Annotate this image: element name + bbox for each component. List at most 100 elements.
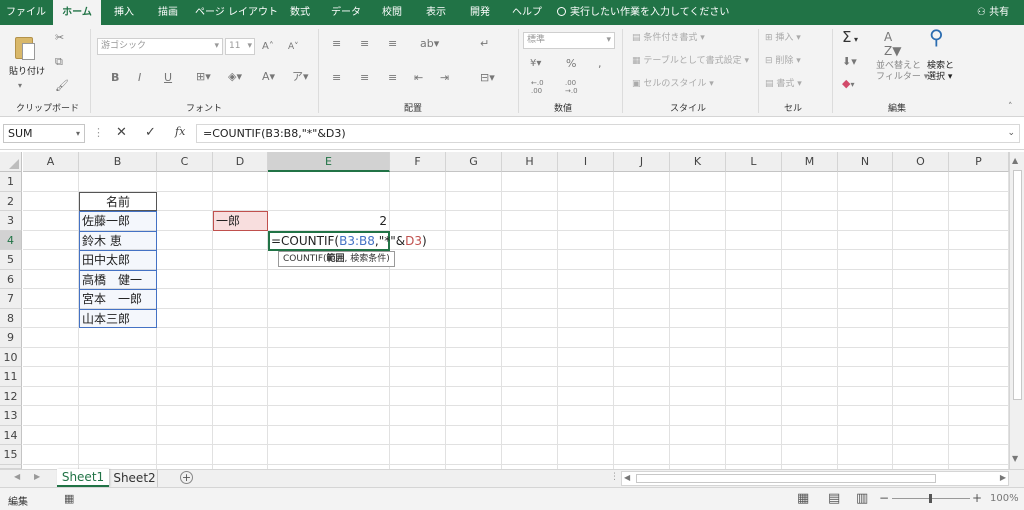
name-box[interactable]: SUM ▾ — [3, 124, 85, 143]
tell-me-search[interactable]: 実行したい作業を入力してください — [557, 0, 729, 25]
next-sheet-icon[interactable]: ▶ — [34, 472, 40, 481]
scroll-thumb[interactable] — [1013, 170, 1022, 400]
cell-B6[interactable]: 高橋 健一 — [82, 271, 154, 290]
cell-B8[interactable]: 山本三郎 — [82, 310, 154, 329]
page-break-view-icon[interactable]: ▥ — [856, 491, 868, 506]
split-handle-icon[interactable]: ⋮ — [610, 472, 619, 482]
normal-view-icon[interactable]: ▦ — [797, 491, 809, 506]
number-format-select[interactable]: 標準 ▾ — [523, 32, 615, 49]
autosum-icon[interactable]: Σ ▾ — [842, 30, 858, 47]
font-name-select[interactable]: 游ゴシック ▾ — [97, 38, 223, 55]
percent-icon[interactable]: % — [566, 57, 576, 71]
accessibility-icon[interactable]: ▦ — [64, 492, 74, 505]
column-header-f[interactable]: F — [390, 152, 446, 172]
tab-formulas[interactable]: 数式 — [280, 0, 320, 25]
scroll-thumb[interactable] — [636, 474, 936, 483]
increase-indent-icon[interactable]: ⇥ — [440, 71, 449, 85]
insert-function-button[interactable]: fx — [175, 125, 185, 139]
chevron-down-icon[interactable]: ▾ — [18, 79, 22, 93]
zoom-in-icon[interactable]: + — [972, 491, 982, 505]
column-header-i[interactable]: I — [558, 152, 614, 172]
cell-B5[interactable]: 田中太郎 — [82, 251, 154, 270]
delete-cells-button[interactable]: ⊟ 削除 ▾ — [765, 54, 801, 68]
row-header-5[interactable]: 5 — [0, 250, 22, 270]
font-size-select[interactable]: 11 ▾ — [225, 38, 255, 55]
cell-D3[interactable]: 一郎 — [216, 212, 265, 231]
paste-button[interactable]: 貼り付け — [9, 65, 45, 79]
sort-filter-button[interactable]: 並べ替えと フィルター ▾ — [876, 61, 928, 83]
wrap-text-icon[interactable]: ↵ — [480, 37, 489, 51]
comma-icon[interactable]: , — [598, 57, 602, 71]
decrease-decimal-icon[interactable]: .00 →.0 — [565, 79, 578, 95]
currency-icon[interactable]: ¥▾ — [530, 57, 541, 71]
insert-cells-button[interactable]: ⊞ 挿入 ▾ — [765, 31, 801, 45]
add-sheet-icon[interactable]: + — [180, 471, 193, 484]
search-icon[interactable]: ⚲ — [929, 27, 944, 47]
row-header-15[interactable]: 15 — [0, 445, 22, 465]
align-bottom-icon[interactable]: ≡ — [388, 37, 397, 51]
row-header-12[interactable]: 12 — [0, 386, 22, 406]
tab-help[interactable]: ヘルプ — [505, 0, 549, 25]
column-header-e[interactable]: E — [268, 152, 390, 172]
row-header-11[interactable]: 11 — [0, 367, 22, 387]
italic-icon[interactable]: I — [138, 71, 141, 85]
tab-insert[interactable]: 挿入 — [104, 0, 144, 25]
cancel-icon[interactable]: ✕ — [116, 126, 127, 140]
fill-color-icon[interactable]: ◈▾ — [228, 70, 242, 84]
bold-icon[interactable]: B — [111, 71, 119, 85]
sheet-tab-sheet1[interactable]: Sheet1 — [57, 469, 109, 487]
decrease-font-icon[interactable]: A˅ — [288, 40, 299, 54]
align-top-icon[interactable]: ≡ — [332, 37, 341, 51]
scroll-down-icon[interactable]: ▼ — [1012, 454, 1018, 463]
column-header-l[interactable]: L — [726, 152, 782, 172]
scroll-left-icon[interactable]: ◀ — [624, 473, 630, 482]
column-header-c[interactable]: C — [157, 152, 213, 172]
scroll-up-icon[interactable]: ▲ — [1012, 156, 1018, 165]
column-header-o[interactable]: O — [893, 152, 949, 172]
orientation-icon[interactable]: ab▾ — [420, 37, 439, 51]
cell-B4[interactable]: 鈴木 恵 — [82, 232, 154, 251]
share-button[interactable]: ⚇ 共有 — [968, 0, 1018, 25]
row-header-9[interactable]: 9 — [0, 328, 22, 348]
active-cell-E4-editor[interactable]: =COUNTIF(B3:B8,"*"&D3) — [268, 230, 427, 251]
increase-font-icon[interactable]: A˄ — [262, 40, 274, 54]
conditional-formatting-button[interactable]: ▤ 条件付き書式 ▾ — [632, 31, 705, 45]
sort-filter-icon[interactable]: A Z▼ — [884, 30, 901, 58]
zoom-level[interactable]: 100% — [990, 493, 1019, 504]
formula-input[interactable]: =COUNTIF(B3:B8,"*"&D3) ⌄ — [196, 124, 1020, 143]
cell-E3[interactable]: 2 — [271, 212, 387, 231]
fill-icon[interactable]: ⬇▾ — [842, 55, 857, 69]
align-middle-icon[interactable]: ≡ — [360, 37, 369, 51]
paste-icon[interactable] — [13, 33, 37, 61]
row-header-3[interactable]: 3 — [0, 211, 22, 231]
clear-icon[interactable]: ◆▾ — [842, 77, 854, 92]
tab-page-layout[interactable]: ページ レイアウト — [195, 0, 278, 25]
vertical-scrollbar[interactable]: ▲ ▼ — [1009, 152, 1024, 469]
row-header-1[interactable]: 1 — [0, 172, 22, 192]
column-header-n[interactable]: N — [838, 152, 893, 172]
row-header-4[interactable]: 4 — [0, 230, 22, 250]
select-all-corner[interactable] — [0, 152, 22, 172]
column-header-j[interactable]: J — [614, 152, 670, 172]
column-header-h[interactable]: H — [502, 152, 558, 172]
tab-home[interactable]: ホーム — [53, 0, 101, 25]
zoom-slider-thumb[interactable] — [929, 494, 932, 503]
align-center-icon[interactable]: ≡ — [360, 71, 369, 85]
tab-draw[interactable]: 描画 — [148, 0, 188, 25]
zoom-out-icon[interactable]: − — [879, 491, 889, 505]
row-header-14[interactable]: 14 — [0, 425, 22, 445]
format-cells-button[interactable]: ▤ 書式 ▾ — [765, 77, 802, 91]
row-header-6[interactable]: 6 — [0, 269, 22, 289]
zoom-slider[interactable] — [892, 494, 970, 503]
align-left-icon[interactable]: ≡ — [332, 71, 341, 85]
tab-data[interactable]: データ — [325, 0, 367, 25]
column-header-d[interactable]: D — [213, 152, 268, 172]
format-painter-icon[interactable]: 🖌 — [55, 79, 69, 93]
scroll-right-icon[interactable]: ▶ — [1000, 473, 1006, 482]
enter-icon[interactable]: ✓ — [145, 126, 156, 140]
prev-sheet-icon[interactable]: ◀ — [14, 472, 20, 481]
tab-view[interactable]: 表示 — [416, 0, 456, 25]
find-select-button[interactable]: 検索と 選択 ▾ — [927, 61, 954, 83]
copy-icon[interactable]: ⧉ — [55, 55, 63, 69]
phonetic-icon[interactable]: ア▾ — [292, 70, 309, 84]
